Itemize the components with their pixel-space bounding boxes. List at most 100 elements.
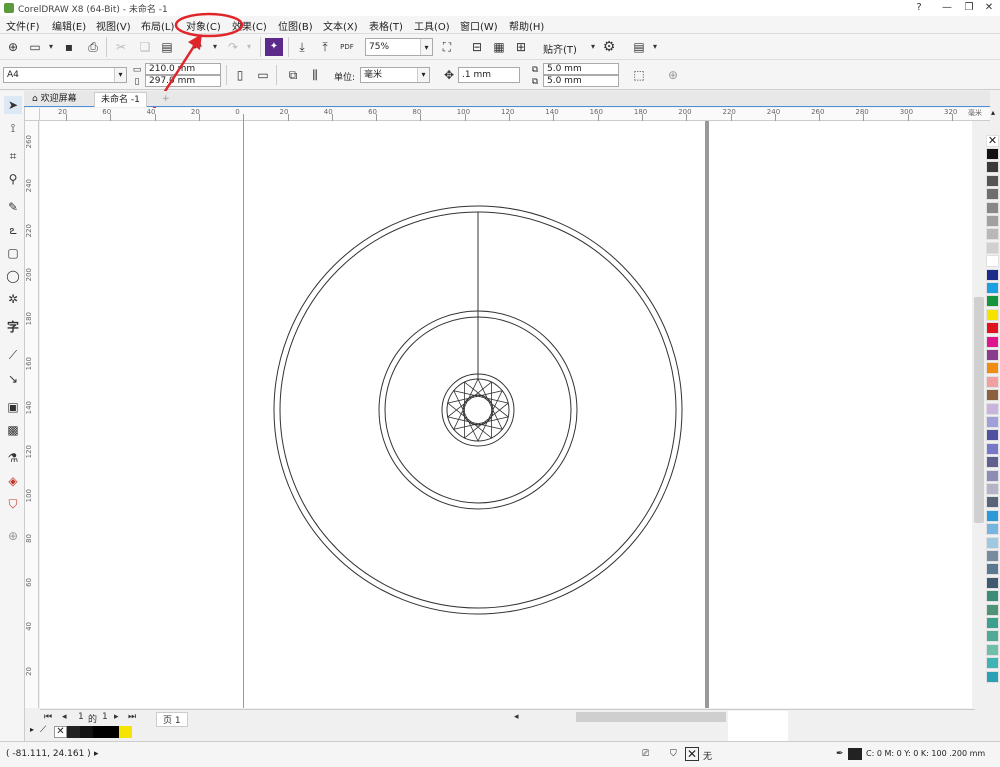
palette-swatch[interactable] [986, 509, 999, 522]
interactive-fill-icon[interactable]: ◈ [4, 472, 22, 490]
rectangle-tool-icon[interactable]: ▢ [4, 244, 22, 262]
text-tool-icon[interactable]: 字 [4, 318, 22, 336]
palette-swatch[interactable] [986, 536, 999, 549]
palette-scroll-up-icon[interactable]: ▴ [986, 108, 1000, 118]
palette-swatch[interactable] [986, 188, 999, 201]
palette-swatch[interactable] [986, 362, 999, 375]
palette-swatch[interactable] [986, 576, 999, 589]
menu-window[interactable]: 窗口(W) [460, 18, 498, 33]
palette-swatch[interactable] [986, 308, 999, 321]
ellipse-tool-icon[interactable]: ◯ [4, 267, 22, 285]
color-proof-icon[interactable]: ⎚ [642, 749, 649, 759]
doc-swatch-yellow[interactable] [119, 726, 132, 738]
palette-swatch[interactable] [986, 590, 999, 603]
palette-swatch[interactable] [986, 670, 999, 683]
horizontal-ruler[interactable]: 20 60 40 20 0 20 40 60 80 100 120 140 160 180 200 220 24… [40, 108, 990, 121]
duplicate-y-input[interactable]: 5.0 mm [543, 75, 619, 87]
page-border-icon[interactable]: ⬚ [630, 66, 648, 84]
outline-pen-icon[interactable]: ✒ [836, 749, 844, 759]
fill-bucket-icon[interactable]: ⛉ [670, 749, 677, 759]
menu-tools[interactable]: 工具(O) [414, 18, 450, 33]
launcher-dropdown-icon[interactable]: ▾ [646, 38, 664, 56]
eyedropper-icon[interactable]: ⟋ [40, 725, 52, 737]
tab-welcome[interactable]: ⌂ 欢迎屏幕 [26, 92, 83, 107]
palette-swatch[interactable] [986, 228, 999, 241]
nudge-distance-input[interactable]: .1 mm [458, 67, 520, 83]
dimension-tool-icon[interactable]: ⟋ [4, 346, 22, 364]
export-icon[interactable]: ⤒ [316, 38, 334, 56]
smart-fill-icon[interactable]: ⛉ [4, 495, 22, 513]
palette-swatch[interactable] [986, 402, 999, 415]
shape-tool-icon[interactable]: ⟟ [4, 119, 22, 137]
new-tab-icon[interactable]: + [156, 92, 176, 107]
next-page-icon[interactable]: ▸ [114, 712, 119, 722]
palette-swatch[interactable] [986, 375, 999, 388]
doc-swatch-black4[interactable] [106, 726, 119, 738]
help-button[interactable]: ? [906, 0, 932, 15]
palette-swatch[interactable] [986, 268, 999, 281]
zoom-level-select[interactable]: 75% ▾ [365, 38, 433, 56]
palette-swatch[interactable] [986, 389, 999, 402]
show-guidelines-icon[interactable]: ⊞ [512, 38, 530, 56]
palette-swatch[interactable] [986, 241, 999, 254]
palette-swatch[interactable] [986, 496, 999, 509]
status-play-icon[interactable]: ▸ [94, 749, 99, 759]
vertical-scroll-thumb[interactable] [974, 297, 984, 523]
artistic-media-icon[interactable]: ఽ [4, 221, 22, 239]
palette-swatch[interactable] [986, 255, 999, 268]
eyedropper-icon[interactable]: ⚗ [4, 449, 22, 467]
menu-help[interactable]: 帮助(H) [509, 18, 544, 33]
palette-swatch[interactable] [986, 282, 999, 294]
duplicate-x-input[interactable]: 5.0 mm [543, 63, 619, 75]
palette-swatch[interactable] [986, 550, 999, 562]
palette-swatch[interactable] [986, 429, 999, 442]
palette-swatch[interactable] [986, 603, 999, 616]
transparency-icon[interactable]: ▩ [4, 421, 22, 439]
polygon-tool-icon[interactable]: ✲ [4, 290, 22, 308]
connector-tool-icon[interactable]: ↘ [4, 370, 22, 388]
menu-table[interactable]: 表格(T) [369, 18, 403, 33]
first-page-icon[interactable]: ⏮ [44, 712, 52, 722]
vertical-ruler[interactable]: 260 240 220 200 180 160 140 120 100 80 60 40 20 [25, 121, 39, 708]
freehand-tool-icon[interactable]: ✎ [4, 198, 22, 216]
pick-tool-icon[interactable]: ➤ [4, 96, 22, 114]
doc-no-color-swatch[interactable]: ✕ [54, 726, 67, 738]
palette-swatch[interactable] [986, 523, 999, 536]
tab-document[interactable]: 未命名 -1 [94, 92, 147, 107]
palette-swatch[interactable] [986, 483, 999, 495]
drawing-artwork[interactable] [240, 121, 720, 708]
doc-palette-arrow-icon[interactable]: ▸ [30, 725, 38, 737]
palette-swatch[interactable] [986, 322, 999, 335]
palette-swatch[interactable] [986, 643, 999, 656]
palette-swatch[interactable] [986, 295, 999, 308]
doc-swatch-black2[interactable] [80, 726, 93, 738]
horizontal-scroll-thumb[interactable] [576, 712, 726, 722]
current-page-icon[interactable]: ⫼ [306, 66, 324, 84]
full-screen-icon[interactable]: ⛶ [438, 38, 456, 56]
show-rulers-icon[interactable]: ⊟ [468, 38, 486, 56]
palette-swatch[interactable] [986, 349, 999, 361]
crop-tool-icon[interactable]: ⌗ [4, 147, 22, 165]
add-tool-icon[interactable]: ⊕ [4, 527, 22, 545]
palette-swatch[interactable] [986, 174, 999, 187]
prev-page-icon[interactable]: ◂ [62, 712, 67, 722]
page-tab-1[interactable]: 页 1 [156, 712, 188, 727]
palette-swatch[interactable] [986, 469, 999, 482]
publish-pdf-icon[interactable]: PDF [338, 38, 356, 56]
no-color-swatch[interactable]: ✕ [986, 135, 999, 147]
options-gear-icon[interactable]: ⚙ [600, 38, 618, 56]
close-button[interactable]: ✕ [976, 0, 1000, 15]
palette-swatch[interactable] [986, 456, 999, 469]
snap-to-menu[interactable]: 贴齐(T) [543, 41, 577, 56]
show-grid-icon[interactable]: ▦ [490, 38, 508, 56]
palette-swatch[interactable] [986, 617, 999, 629]
quick-customize-icon[interactable]: ⊕ [664, 66, 682, 84]
palette-swatch[interactable] [986, 215, 999, 227]
palette-swatch[interactable] [986, 442, 999, 455]
scroll-left-icon[interactable]: ◂ [514, 712, 519, 722]
palette-swatch[interactable] [986, 201, 999, 214]
palette-swatch[interactable] [986, 335, 999, 348]
last-page-icon[interactable]: ⏭ [128, 712, 136, 722]
palette-swatch[interactable] [986, 416, 999, 428]
palette-swatch[interactable] [986, 563, 999, 576]
